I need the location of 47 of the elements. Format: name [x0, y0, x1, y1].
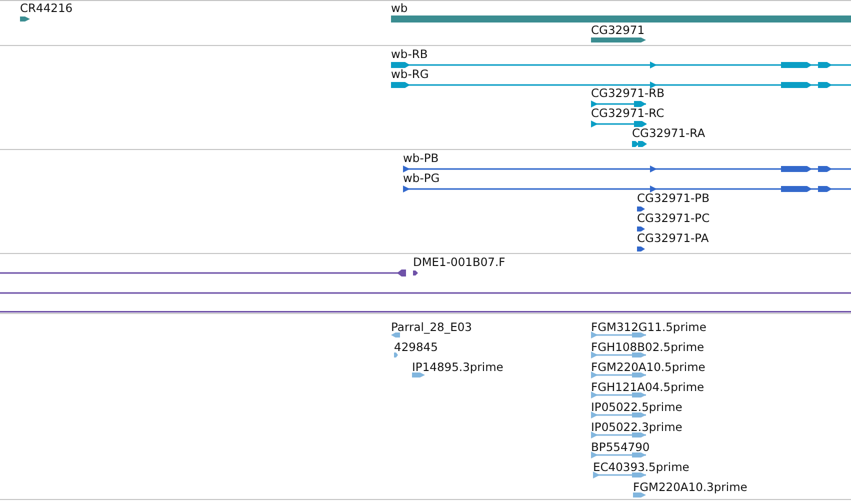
feature-label: wb-RB — [391, 48, 428, 61]
feature-label: IP05022.3prime — [591, 421, 682, 434]
feature-label: CG32971-RC — [591, 107, 664, 120]
feature-label: IP05022.5prime — [591, 401, 682, 414]
feature-label: wb-RG — [391, 68, 429, 81]
feature-label: IP14895.3prime — [412, 361, 504, 374]
feature-label: CR44216 — [20, 2, 73, 15]
clone-alignment-glyph — [413, 270, 418, 276]
est-alignment-glyph — [394, 352, 398, 358]
feature-label: FGM220A10.3prime — [633, 481, 748, 494]
est-alignment-glyph — [591, 352, 646, 358]
protein-glyph — [637, 206, 645, 212]
est-alignment-glyph — [591, 452, 646, 458]
feature-label: FGM220A10.5prime — [591, 361, 706, 374]
est-alignment-glyph — [591, 412, 646, 418]
transcript-glyph — [591, 120, 647, 128]
feature-label: CG32971-RB — [591, 87, 665, 100]
transcript-glyph — [632, 141, 647, 147]
feature-label: DME1-001B07.F — [413, 256, 506, 269]
feature-label: wb-PB — [403, 152, 439, 165]
est-alignment-glyph — [633, 492, 646, 498]
est-alignment-glyph — [593, 472, 646, 478]
est-alignment-glyph — [591, 372, 646, 378]
feature-label: FGM312G11.5prime — [591, 321, 706, 334]
protein-glyph — [637, 226, 645, 232]
est-alignment-glyph — [412, 372, 425, 378]
feature-label: CG32971-PA — [637, 232, 709, 245]
est-alignment-glyph — [591, 392, 646, 398]
feature-label: 429845 — [394, 341, 438, 354]
feature-label: EC40393.5prime — [593, 461, 690, 474]
feature-label: CG32971-PB — [637, 192, 710, 205]
feature-label: FGH121A04.5prime — [591, 381, 704, 394]
feature-label: BP554790 — [591, 441, 650, 454]
est-alignment-glyph — [391, 332, 400, 338]
feature-label: FGH108B02.5prime — [591, 341, 704, 354]
gene-bar — [20, 16, 30, 22]
est-alignment-glyph — [591, 432, 646, 438]
feature-label: CG32971-PC — [637, 212, 710, 225]
feature-label: CG32971-RA — [632, 127, 706, 140]
feature-label: CG32971 — [591, 24, 645, 37]
gene-bar — [591, 38, 646, 42]
feature-label: Parral_28_E03 — [391, 321, 472, 334]
feature-label: wb — [391, 2, 408, 15]
est-alignment-glyph — [591, 332, 646, 338]
transcript-glyph — [591, 100, 646, 108]
protein-glyph — [637, 246, 645, 252]
feature-label: wb-PG — [403, 172, 440, 185]
